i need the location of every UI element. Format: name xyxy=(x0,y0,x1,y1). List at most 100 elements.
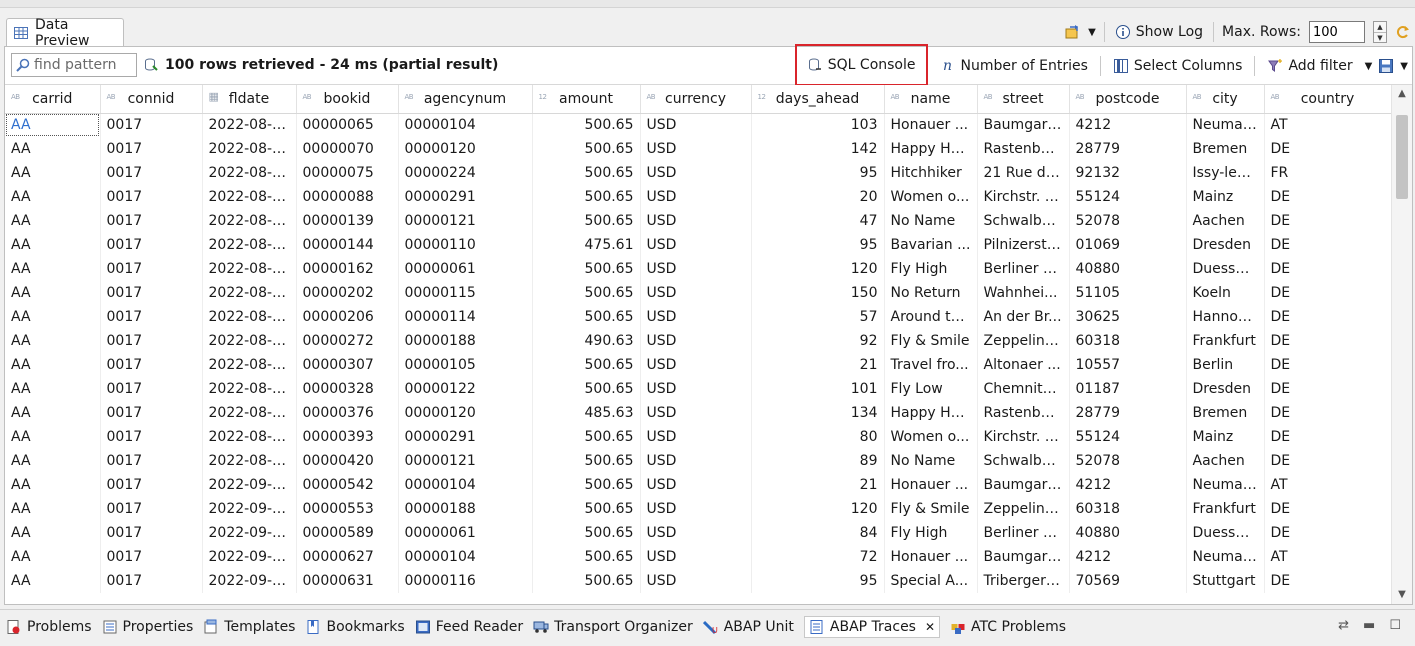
cell-fldate[interactable]: 2022-09-26 xyxy=(202,569,297,593)
cell-street[interactable]: Triberger ... xyxy=(977,569,1070,593)
tab-abap-traces[interactable]: ABAP Traces ✕ xyxy=(803,616,941,638)
cell-connid[interactable]: 0017 xyxy=(100,545,203,569)
cell-carrid[interactable]: AA xyxy=(5,497,101,521)
cell-amount[interactable]: 500.65 xyxy=(532,113,641,137)
cell-days-ahead[interactable]: 89 xyxy=(751,449,885,473)
cell-amount[interactable]: 500.65 xyxy=(532,569,641,593)
cell-connid[interactable]: 0017 xyxy=(100,137,203,161)
cell-name[interactable]: Happy Ho... xyxy=(884,137,978,161)
cell-days-ahead[interactable]: 84 xyxy=(751,521,885,545)
scrollbar-thumb[interactable] xyxy=(1396,115,1408,199)
cell-days-ahead[interactable]: 92 xyxy=(751,329,885,353)
cell-fldate[interactable]: 2022-08-25 xyxy=(202,161,297,185)
cell-street[interactable]: Altonaer ... xyxy=(977,353,1070,377)
cell-fldate[interactable]: 2022-08-25 xyxy=(202,185,297,209)
cell-country[interactable]: DE xyxy=(1264,353,1391,377)
cell-name[interactable]: Special A... xyxy=(884,569,978,593)
cell-fldate[interactable]: 2022-08-25 xyxy=(202,401,297,425)
table-row[interactable]: AA 0017 2022-09-26 00000589 00000061 500.65 US… xyxy=(5,521,1391,545)
tab-abap-unit[interactable]: U ABAP Unit xyxy=(702,616,794,638)
add-filter-button[interactable]: Add filter xyxy=(1261,51,1358,81)
close-icon[interactable]: ✕ xyxy=(925,620,935,634)
cell-postcode[interactable]: 10557 xyxy=(1069,353,1187,377)
cell-currency[interactable]: USD xyxy=(640,425,752,449)
cell-currency[interactable]: USD xyxy=(640,281,752,305)
tab-problems[interactable]: Problems xyxy=(6,616,92,638)
cell-fldate[interactable]: 2022-09-26 xyxy=(202,521,297,545)
cell-city[interactable]: Hannov... xyxy=(1186,305,1265,329)
cell-connid[interactable]: 0017 xyxy=(100,473,203,497)
cell-name[interactable]: Happy Ho... xyxy=(884,401,978,425)
table-row[interactable]: AA 0017 2022-08-25 00000144 00000110 475.61 US… xyxy=(5,233,1391,257)
cell-days-ahead[interactable]: 47 xyxy=(751,209,885,233)
cell-currency[interactable]: USD xyxy=(640,257,752,281)
cell-amount[interactable]: 500.65 xyxy=(532,161,641,185)
cell-amount[interactable]: 500.65 xyxy=(532,425,641,449)
cell-connid[interactable]: 0017 xyxy=(100,425,203,449)
column-header-bookid[interactable]: AB bookid xyxy=(296,85,399,114)
cell-postcode[interactable]: 52078 xyxy=(1069,209,1187,233)
cell-amount[interactable]: 500.65 xyxy=(532,521,641,545)
cell-city[interactable]: Neumar... xyxy=(1186,545,1265,569)
cell-country[interactable]: AT xyxy=(1264,473,1391,497)
cell-bookid[interactable]: 00000589 xyxy=(296,521,399,545)
cell-currency[interactable]: USD xyxy=(640,353,752,377)
cell-currency[interactable]: USD xyxy=(640,401,752,425)
cell-city[interactable]: Neumar... xyxy=(1186,473,1265,497)
table-row[interactable]: AA 0017 2022-08-25 00000393 00000291 500.65 US… xyxy=(5,425,1391,449)
cell-name[interactable]: No Name xyxy=(884,209,978,233)
cell-amount[interactable]: 500.65 xyxy=(532,185,641,209)
cell-name[interactable]: No Name xyxy=(884,449,978,473)
cell-agencynum[interactable]: 00000122 xyxy=(398,377,533,401)
column-header-street[interactable]: AB street xyxy=(977,85,1070,114)
cell-currency[interactable]: USD xyxy=(640,209,752,233)
cell-postcode[interactable]: 55124 xyxy=(1069,425,1187,449)
cell-street[interactable]: Chemnitz... xyxy=(977,377,1070,401)
cell-city[interactable]: Issy-les-... xyxy=(1186,161,1265,185)
cell-carrid[interactable]: AA xyxy=(5,185,101,209)
cell-amount[interactable]: 500.65 xyxy=(532,281,641,305)
table-row[interactable]: AA 0017 2022-08-25 00000065 00000104 500.65 US… xyxy=(5,113,1391,137)
cell-bookid[interactable]: 00000088 xyxy=(296,185,399,209)
cell-postcode[interactable]: 01187 xyxy=(1069,377,1187,401)
cell-fldate[interactable]: 2022-09-26 xyxy=(202,545,297,569)
cell-name[interactable]: Women o... xyxy=(884,425,978,449)
cell-name[interactable]: Honauer ... xyxy=(884,473,978,497)
cell-city[interactable]: Frankfurt xyxy=(1186,329,1265,353)
cell-carrid[interactable]: AA xyxy=(5,377,101,401)
cell-postcode[interactable]: 28779 xyxy=(1069,401,1187,425)
cell-postcode[interactable]: 01069 xyxy=(1069,233,1187,257)
cell-bookid[interactable]: 00000631 xyxy=(296,569,399,593)
cell-carrid[interactable]: AA xyxy=(5,281,101,305)
cell-bookid[interactable]: 00000075 xyxy=(296,161,399,185)
cell-days-ahead[interactable]: 95 xyxy=(751,161,885,185)
cell-postcode[interactable]: 52078 xyxy=(1069,449,1187,473)
cell-carrid[interactable]: AA xyxy=(5,473,101,497)
column-header-city[interactable]: AB city xyxy=(1186,85,1265,114)
cell-amount[interactable]: 490.63 xyxy=(532,329,641,353)
table-row[interactable]: AA 0017 2022-08-25 00000075 00000224 500.65 US… xyxy=(5,161,1391,185)
cell-currency[interactable]: USD xyxy=(640,137,752,161)
cell-street[interactable]: Baumgart... xyxy=(977,113,1070,137)
cell-amount[interactable]: 500.65 xyxy=(532,545,641,569)
cell-bookid[interactable]: 00000307 xyxy=(296,353,399,377)
cell-country[interactable]: DE xyxy=(1264,329,1391,353)
table-row[interactable]: AA 0017 2022-08-25 00000272 00000188 490.63 US… xyxy=(5,329,1391,353)
cell-city[interactable]: Berlin xyxy=(1186,353,1265,377)
cell-postcode[interactable]: 55124 xyxy=(1069,185,1187,209)
cell-connid[interactable]: 0017 xyxy=(100,161,203,185)
cell-name[interactable]: Fly High xyxy=(884,257,978,281)
cell-connid[interactable]: 0017 xyxy=(100,497,203,521)
column-header-currency[interactable]: AB currency xyxy=(640,85,752,114)
cell-bookid[interactable]: 00000070 xyxy=(296,137,399,161)
cell-name[interactable]: Fly & Smile xyxy=(884,497,978,521)
cell-country[interactable]: DE xyxy=(1264,257,1391,281)
maximize-icon[interactable]: ☐ xyxy=(1389,618,1401,633)
cell-country[interactable]: FR xyxy=(1264,161,1391,185)
sql-console-button[interactable]: SQL Console xyxy=(794,44,928,86)
cell-city[interactable]: Mainz xyxy=(1186,425,1265,449)
cell-connid[interactable]: 0017 xyxy=(100,305,203,329)
cell-street[interactable]: Zeppelins... xyxy=(977,329,1070,353)
cell-city[interactable]: Aachen xyxy=(1186,209,1265,233)
cell-street[interactable]: Schwalbe... xyxy=(977,449,1070,473)
